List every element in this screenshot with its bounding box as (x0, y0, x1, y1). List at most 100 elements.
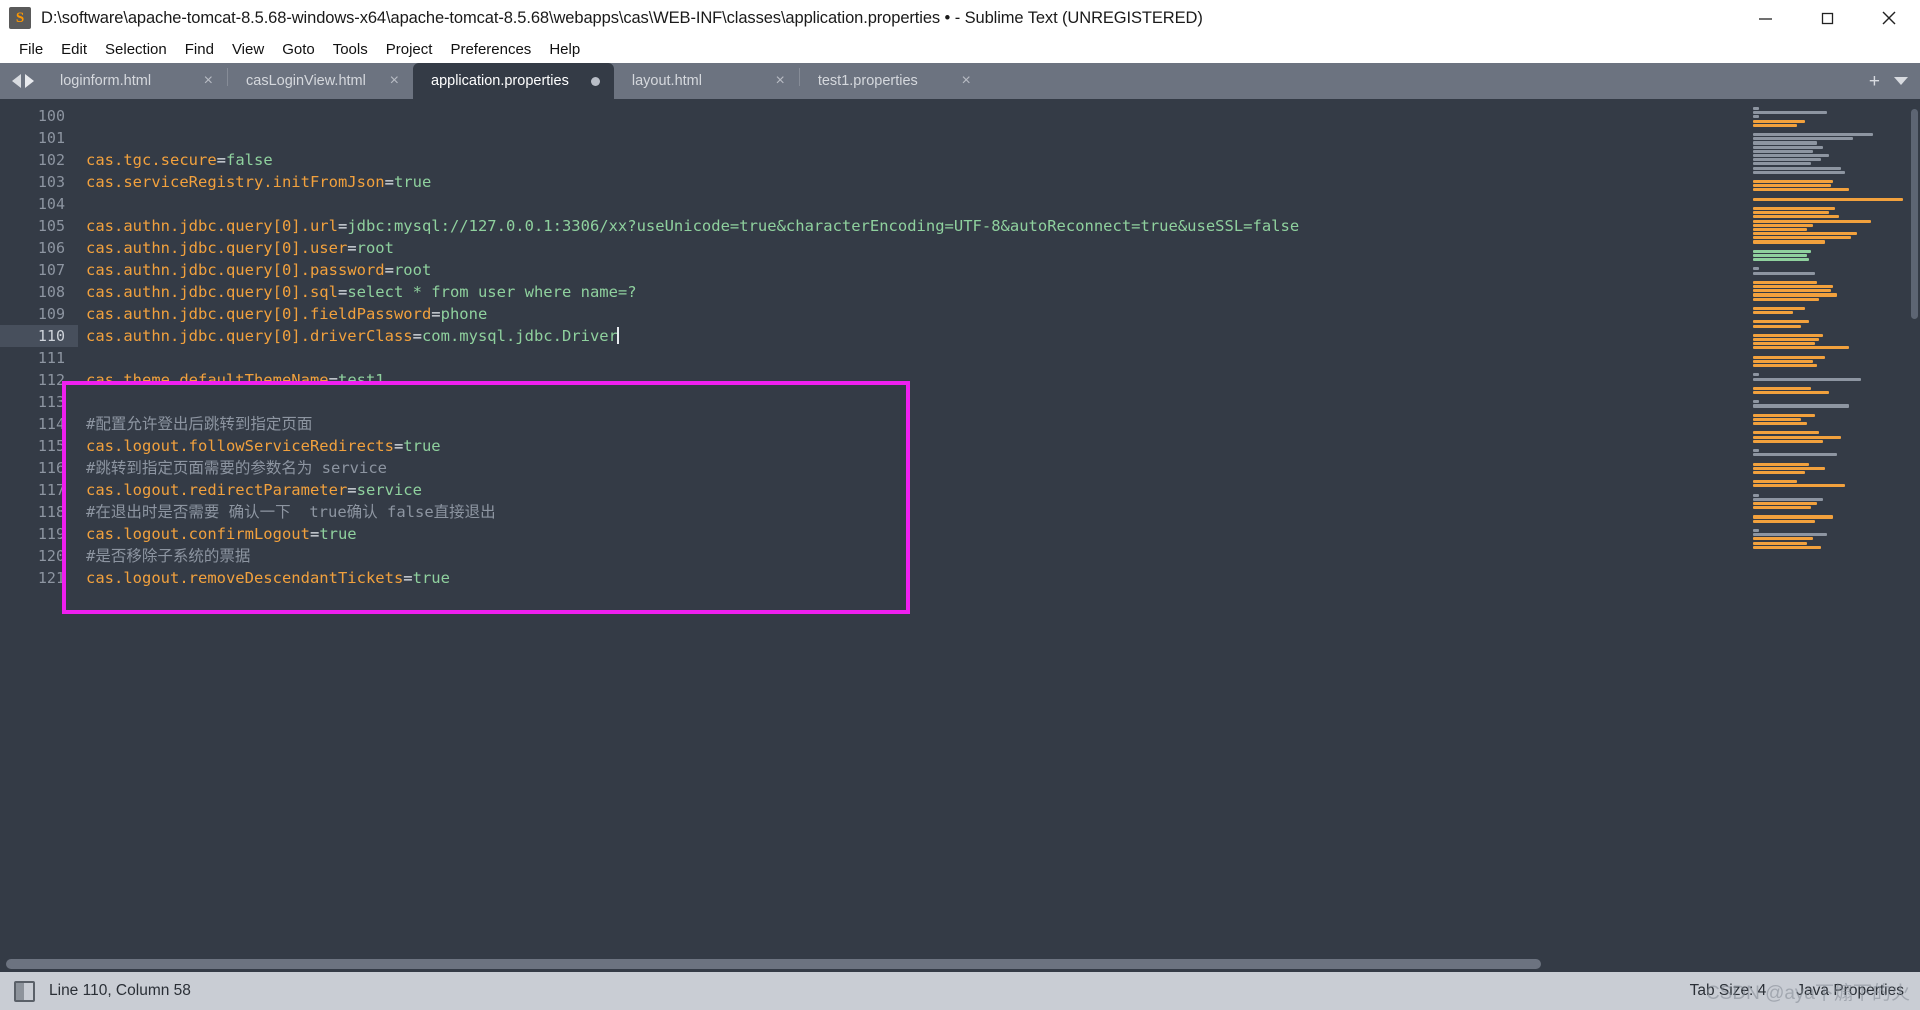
cursor-position-label: Line 110, Column 58 (49, 982, 191, 999)
code-line[interactable]: cas.authn.jdbc.query[0].url=jdbc:mysql:/… (78, 215, 1920, 237)
minimap-line (1753, 475, 1914, 479)
code-line[interactable]: cas.logout.confirmLogout=true (78, 523, 1920, 545)
minimap-line (1753, 550, 1914, 554)
code-line[interactable]: cas.serviceRegistry.initFromJson=true (78, 171, 1920, 193)
tab-prev-arrow-icon[interactable] (12, 74, 21, 88)
text-cursor (616, 327, 619, 344)
code-line[interactable]: #配置允许登出后跳转到指定页面 (78, 413, 1920, 435)
minimap-line (1753, 431, 1819, 435)
statusbar-right: Tab Size: 4 Java Properties (1690, 982, 1904, 1000)
code-token-eq: = (403, 569, 413, 587)
horizontal-scrollbar[interactable] (0, 956, 1920, 972)
code-token-k: cas.authn.jdbc.query[0].sql (86, 283, 338, 301)
code-token-k: cas.authn.jdbc.query[0].password (86, 261, 385, 279)
minimap-line (1753, 227, 1807, 231)
code-line[interactable]: cas.authn.jdbc.query[0].user=root (78, 237, 1920, 259)
minimap-line (1753, 297, 1819, 301)
minimap-line (1753, 162, 1811, 166)
minimap-line (1753, 267, 1759, 271)
code-token-v: true (403, 437, 441, 455)
code-token-k: cas.authn.jdbc.query[0].user (86, 239, 348, 257)
code-line[interactable]: #在退出时是否需要 确认一下 true确认 false直接退出 (78, 501, 1920, 523)
menu-item-help[interactable]: Help (540, 39, 589, 60)
line-number: 102 (37, 151, 65, 169)
close-button[interactable] (1858, 0, 1920, 36)
minimize-button[interactable] (1734, 0, 1796, 36)
code-line[interactable] (78, 127, 1920, 149)
menu-item-preferences[interactable]: Preferences (441, 39, 540, 60)
code-line[interactable]: cas.authn.jdbc.query[0].sql=select * fro… (78, 281, 1920, 303)
tab-application-properties[interactable]: application.properties (413, 63, 614, 99)
minimap-line (1753, 249, 1811, 253)
tab-casloginview-html[interactable]: casLoginView.html × (228, 63, 413, 99)
minimap-line (1753, 158, 1821, 162)
tab-next-arrow-icon[interactable] (25, 74, 34, 88)
minimap-line (1753, 236, 1851, 240)
minimap[interactable] (1745, 99, 1920, 972)
chevron-down-icon[interactable] (1894, 77, 1908, 85)
code-line[interactable]: #跳转到指定页面需要的参数名为 service (78, 457, 1920, 479)
tab-nav-arrows[interactable] (0, 63, 42, 99)
tab-loginform-html[interactable]: loginform.html × (42, 63, 227, 99)
code-line[interactable]: cas.tgc.secure=false (78, 149, 1920, 171)
minimap-line (1753, 329, 1914, 333)
menu-item-project[interactable]: Project (377, 39, 442, 60)
tab-close-icon[interactable]: × (390, 73, 399, 89)
window-controls (1734, 0, 1920, 36)
code-line[interactable]: cas.theme.defaultThemeName=test1 (78, 369, 1920, 391)
line-number: 113 (37, 393, 65, 411)
tab-test1-properties[interactable]: test1.properties × (800, 63, 985, 99)
code-line[interactable] (78, 347, 1920, 369)
menu-item-tools[interactable]: Tools (324, 39, 377, 60)
code-line[interactable]: cas.logout.removeDescendantTickets=true (78, 567, 1920, 589)
line-number: 119 (37, 525, 65, 543)
window-titlebar: S D:\software\apache-tomcat-8.5.68-windo… (0, 0, 1920, 36)
code-line[interactable] (78, 193, 1920, 215)
minimap-line (1753, 351, 1914, 355)
horizontal-scrollbar-thumb[interactable] (6, 959, 1541, 969)
code-token-v: select * from user where name=? (347, 283, 637, 301)
minimap-line (1753, 466, 1825, 470)
line-number: 100 (37, 107, 65, 125)
minimap-line (1753, 149, 1813, 153)
syntax-label[interactable]: Java Properties (1796, 982, 1904, 1000)
minimap-line (1753, 333, 1823, 337)
code-token-eq: = (412, 327, 422, 345)
line-number: 115 (37, 437, 65, 455)
tab-layout-html[interactable]: layout.html × (614, 63, 799, 99)
code-line[interactable]: cas.authn.jdbc.query[0].fieldPassword=ph… (78, 303, 1920, 325)
minimap-viewport-indicator[interactable] (1911, 109, 1918, 319)
code-line[interactable]: cas.logout.followServiceRedirects=true (78, 435, 1920, 457)
minimap-line (1753, 128, 1914, 132)
menu-item-goto[interactable]: Goto (273, 39, 324, 60)
menu-item-file[interactable]: File (10, 39, 52, 60)
code-line[interactable] (78, 105, 1920, 127)
code-content[interactable]: cas.tgc.secure=false cas.serviceRegistry.… (78, 99, 1920, 972)
code-token-k: cas.authn.jdbc.query[0].fieldPassword (86, 305, 432, 323)
minimap-line (1753, 533, 1827, 537)
tab-close-icon[interactable]: × (204, 73, 213, 89)
tab-size-label[interactable]: Tab Size: 4 (1690, 982, 1767, 1000)
tab-list: loginform.html × casLoginView.html × applica… (42, 63, 985, 99)
tab-close-icon[interactable]: × (776, 73, 785, 89)
menu-item-view[interactable]: View (223, 39, 273, 60)
tab-label: application.properties (431, 73, 569, 89)
line-number: 121 (37, 569, 65, 587)
menu-item-edit[interactable]: Edit (52, 39, 96, 60)
code-line[interactable] (78, 391, 1920, 413)
minimap-line (1753, 253, 1807, 257)
code-line[interactable]: cas.authn.jdbc.query[0].driverClass=com.… (78, 325, 1920, 347)
maximize-button[interactable] (1796, 0, 1858, 36)
minimap-line (1753, 258, 1809, 262)
tab-close-icon[interactable]: × (962, 73, 971, 89)
code-line[interactable]: cas.authn.jdbc.query[0].password=root (78, 259, 1920, 281)
line-number: 105 (37, 217, 65, 235)
menu-item-find[interactable]: Find (176, 39, 223, 60)
minimap-line (1753, 364, 1817, 368)
menu-item-selection[interactable]: Selection (96, 39, 176, 60)
code-line[interactable]: #是否移除子系统的票据 (78, 545, 1920, 567)
sidebar-toggle-icon[interactable] (14, 980, 35, 1002)
new-tab-button[interactable]: + (1869, 72, 1880, 91)
editor-area: 100 101 102 103 104 105 106 107 108 109 110 111 112 1… (0, 99, 1920, 972)
code-line[interactable]: cas.logout.redirectParameter=service (78, 479, 1920, 501)
